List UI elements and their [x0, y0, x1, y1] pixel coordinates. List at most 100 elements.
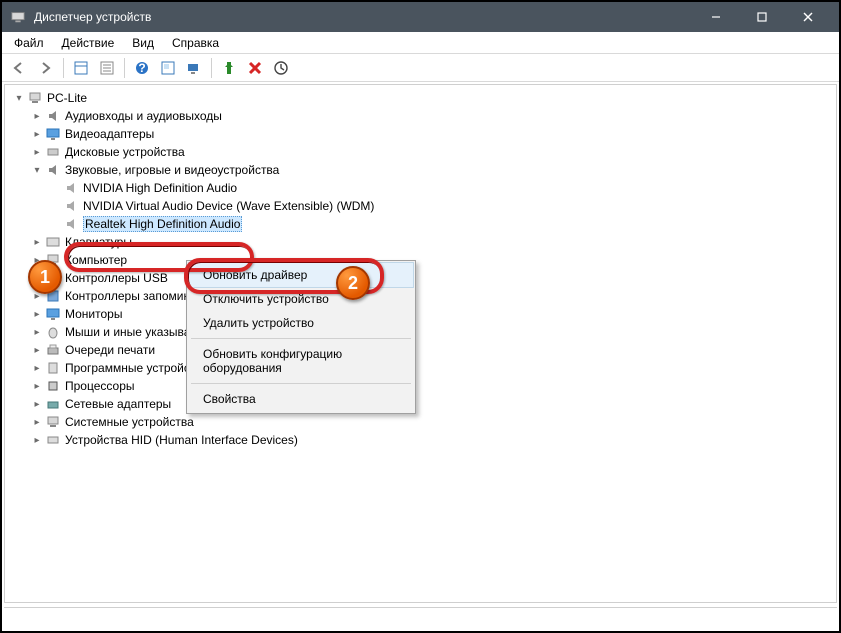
chevron-right-icon[interactable]: ▸ [31, 236, 43, 248]
tree-computer[interactable]: ▸ Компьютер [29, 251, 830, 269]
tree-nvidia-hd-audio[interactable]: NVIDIA High Definition Audio [47, 179, 830, 197]
tree-label: Звуковые, игровые и видеоустройства [65, 163, 279, 177]
disk-icon [45, 144, 61, 160]
devmgr-icon [10, 9, 26, 25]
close-button[interactable] [785, 2, 831, 32]
maximize-button[interactable] [739, 2, 785, 32]
tree-sound-video-game[interactable]: ▾ Звуковые, игровые и видеоустройства [29, 161, 830, 179]
tree-print-queues[interactable]: ▸ Очереди печати [29, 341, 830, 359]
back-button[interactable] [8, 56, 32, 80]
tree-label: Сетевые адаптеры [65, 397, 171, 411]
ctx-update-driver[interactable]: Обновить драйвер [189, 263, 413, 287]
tree-mice[interactable]: ▸Мыши и иные указывающие устройства [29, 323, 830, 341]
tree-label: Системные устройства [65, 415, 194, 429]
tree-monitors[interactable]: ▸Мониторы [29, 305, 830, 323]
update-driver-button[interactable] [269, 56, 293, 80]
speaker-icon [63, 180, 79, 196]
scan-hardware-button[interactable] [182, 56, 206, 80]
chevron-right-icon[interactable]: ▸ [31, 146, 43, 158]
software-icon [45, 360, 61, 376]
menu-help[interactable]: Справка [164, 34, 227, 52]
ctx-uninstall-device[interactable]: Удалить устройство [189, 311, 413, 335]
chevron-right-icon[interactable]: ▸ [31, 416, 43, 428]
menu-file[interactable]: Файл [6, 34, 52, 52]
hid-icon [45, 432, 61, 448]
tree-processors[interactable]: ▸Процессоры [29, 377, 830, 395]
storage-icon [45, 288, 61, 304]
tree-label: Клавиатуры [65, 235, 132, 249]
show-hidden-button[interactable] [156, 56, 180, 80]
chevron-right-icon[interactable]: ▸ [31, 128, 43, 140]
tree-audio-io[interactable]: ▸ Аудиовходы и аудиовыходы [29, 107, 830, 125]
tree-disk-drives[interactable]: ▸ Дисковые устройства [29, 143, 830, 161]
tree-usb-controllers[interactable]: ▸ Контроллеры USB [29, 269, 830, 287]
svg-text:?: ? [138, 61, 145, 75]
properties-button[interactable] [95, 56, 119, 80]
chevron-right-icon[interactable]: ▸ [31, 380, 43, 392]
enable-device-button[interactable] [217, 56, 241, 80]
chevron-right-icon[interactable]: ▸ [31, 434, 43, 446]
speaker-icon [45, 162, 61, 178]
window-title: Диспетчер устройств [34, 10, 151, 24]
mouse-icon [45, 324, 61, 340]
separator [191, 383, 411, 384]
status-bar [4, 607, 837, 629]
ctx-properties[interactable]: Свойства [189, 387, 413, 411]
chevron-right-icon[interactable]: ▸ [31, 110, 43, 122]
speaker-icon [63, 198, 79, 214]
menu-bar: Файл Действие Вид Справка [2, 32, 839, 54]
chevron-right-icon[interactable]: ▸ [31, 344, 43, 356]
keyboard-icon [45, 234, 61, 250]
tree-realtek-hd-audio[interactable]: Realtek High Definition Audio [47, 215, 830, 233]
tree-hid[interactable]: ▸ Устройства HID (Human Interface Devices… [29, 431, 830, 449]
minimize-button[interactable] [693, 2, 739, 32]
tree-label: Компьютер [65, 253, 127, 267]
disable-device-button[interactable] [243, 56, 267, 80]
ctx-scan-hardware[interactable]: Обновить конфигурацию оборудования [189, 342, 413, 380]
tree-label: Аудиовходы и аудиовыходы [65, 109, 222, 123]
chevron-right-icon[interactable]: ▸ [31, 308, 43, 320]
chevron-right-icon[interactable]: ▸ [31, 398, 43, 410]
tree-label: Контроллеры USB [65, 271, 168, 285]
menu-view[interactable]: Вид [124, 34, 162, 52]
tree-label: NVIDIA High Definition Audio [83, 181, 237, 195]
network-icon [45, 396, 61, 412]
tree-network-adapters[interactable]: ▸ Сетевые адаптеры [29, 395, 830, 413]
forward-button[interactable] [34, 56, 58, 80]
speaker-icon [63, 216, 79, 232]
context-menu: Обновить драйвер Отключить устройство Уд… [186, 260, 416, 414]
ctx-disable-device[interactable]: Отключить устройство [189, 287, 413, 311]
system-icon [45, 414, 61, 430]
computer-icon [45, 252, 61, 268]
toolbar: ? [2, 54, 839, 82]
chevron-down-icon[interactable]: ▾ [13, 92, 25, 104]
chevron-right-icon[interactable]: ▸ [31, 254, 43, 266]
show-hide-tree-button[interactable] [69, 56, 93, 80]
tree-label: Устройства HID (Human Interface Devices) [65, 433, 298, 447]
tree-keyboards[interactable]: ▸ Клавиатуры [29, 233, 830, 251]
tree-video-adapters[interactable]: ▸Видеоадаптеры [29, 125, 830, 143]
tree-root[interactable]: ▾ PC-Lite [11, 89, 830, 107]
monitor-icon [45, 306, 61, 322]
printer-icon [45, 342, 61, 358]
cpu-icon [45, 378, 61, 394]
menu-action[interactable]: Действие [54, 34, 123, 52]
chevron-right-icon[interactable]: ▸ [31, 272, 43, 284]
display-icon [45, 126, 61, 142]
chevron-down-icon[interactable]: ▾ [31, 164, 43, 176]
tree-software-devices[interactable]: ▸Программные устройства [29, 359, 830, 377]
tree-system-devices[interactable]: ▸ Системные устройства [29, 413, 830, 431]
tree-nvidia-virtual-audio[interactable]: NVIDIA Virtual Audio Device (Wave Extens… [47, 197, 830, 215]
tree-label: Realtek High Definition Audio [83, 216, 242, 232]
help-button[interactable]: ? [130, 56, 154, 80]
usb-icon [45, 270, 61, 286]
tree-label: Очереди печати [65, 343, 155, 357]
device-manager-window: Диспетчер устройств Файл Действие Вид Сп… [0, 0, 841, 633]
computer-icon [27, 90, 43, 106]
chevron-right-icon[interactable]: ▸ [31, 362, 43, 374]
chevron-right-icon[interactable]: ▸ [31, 326, 43, 338]
chevron-right-icon[interactable]: ▸ [31, 290, 43, 302]
tree-storage-controllers[interactable]: ▸Контроллеры запоминающих устройств [29, 287, 830, 305]
separator [191, 338, 411, 339]
tree-label: Дисковые устройства [65, 145, 185, 159]
